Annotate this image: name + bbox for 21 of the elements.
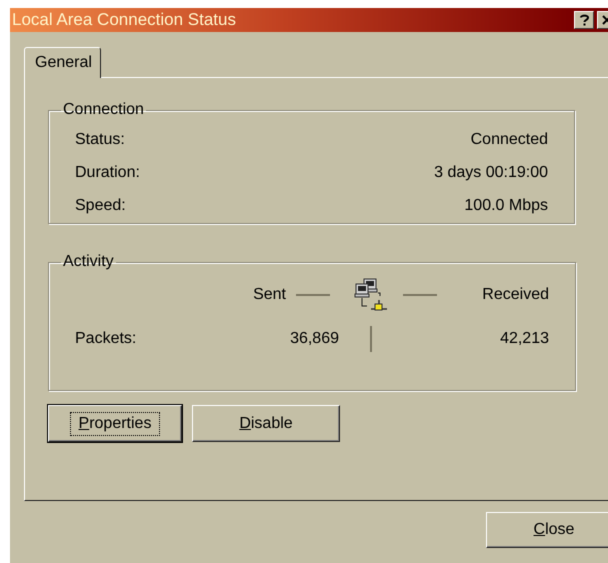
- help-button[interactable]: [574, 11, 594, 29]
- group-label: Activity: [62, 253, 115, 271]
- field-value: 3 days 00:19:00: [434, 164, 548, 182]
- packets-received-value: 42,213: [500, 330, 549, 348]
- field-label: Duration:: [75, 164, 140, 182]
- field-label: Status:: [75, 130, 125, 148]
- tab[interactable]: General: [24, 47, 101, 78]
- close-button[interactable]: Close: [486, 512, 608, 548]
- received-label: Received: [482, 286, 549, 304]
- field-label: Speed:: [75, 196, 126, 214]
- sent-label: Sent: [253, 286, 286, 304]
- dialog-button[interactable]: Properties: [48, 405, 182, 442]
- field-value: Connected: [470, 130, 548, 148]
- window-title: Local Area Connection Status: [12, 10, 237, 30]
- network-computers-icon: [354, 278, 388, 312]
- group-label: Connection: [62, 101, 145, 119]
- help-icon: [580, 14, 588, 26]
- packets-label: Packets:: [75, 330, 138, 348]
- field-value: 100.0 Mbps: [464, 196, 548, 214]
- packets-sent-value: 36,869: [290, 330, 339, 348]
- dialog-button[interactable]: Disable: [192, 405, 340, 442]
